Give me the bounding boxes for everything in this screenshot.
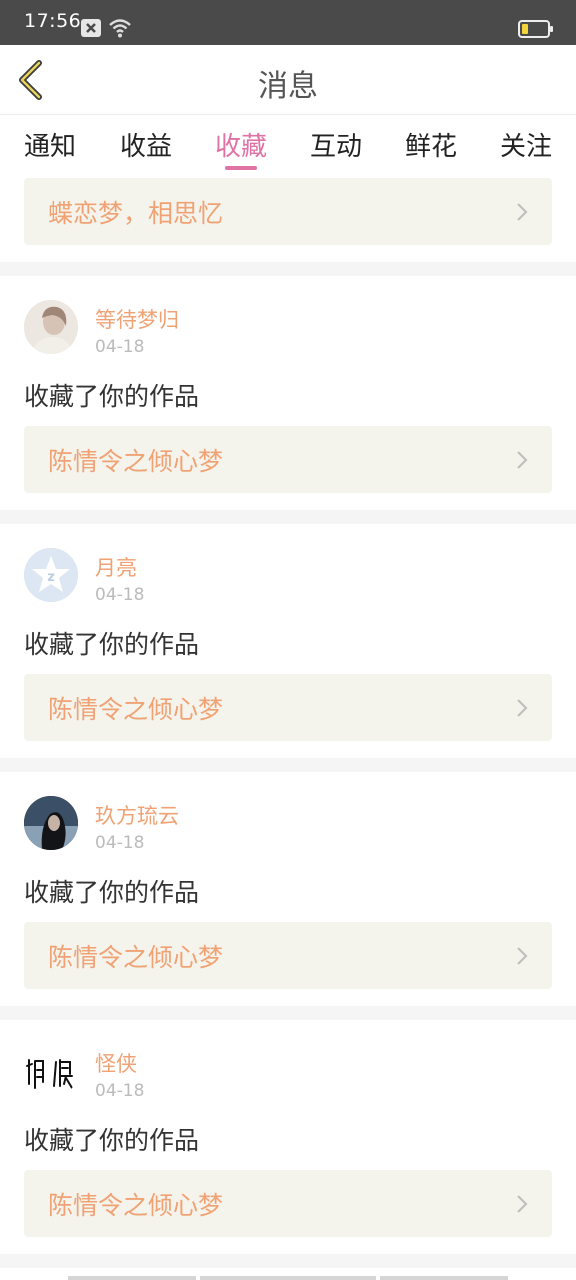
date: 04-18: [95, 585, 145, 605]
partial-bar: [200, 1276, 376, 1280]
avatar[interactable]: [24, 300, 78, 354]
active-tab-indicator: [225, 166, 257, 170]
username[interactable]: 月亮: [95, 552, 137, 582]
work-title: 陈情令之倾心梦: [48, 695, 224, 724]
action-text: 收藏了你的作品: [24, 878, 200, 907]
action-text: 收藏了你的作品: [24, 630, 200, 659]
wifi-icon: [108, 17, 132, 39]
avatar[interactable]: [24, 796, 78, 850]
work-title: 蝶恋梦，相思忆: [48, 199, 224, 228]
work-link[interactable]: 陈情令之倾心梦: [24, 1170, 552, 1237]
tab-earnings[interactable]: 收益: [106, 126, 186, 163]
chevron-right-icon: [517, 451, 528, 469]
action-text: 收藏了你的作品: [24, 1126, 200, 1155]
page-title: 消息: [258, 69, 318, 104]
default-star-avatar: z: [24, 548, 78, 602]
username[interactable]: 等待梦归: [95, 304, 179, 334]
work-link[interactable]: 陈情令之倾心梦: [24, 674, 552, 741]
work-link[interactable]: 陈情令之倾心梦: [24, 426, 552, 493]
tab-interactions[interactable]: 互动: [296, 126, 376, 163]
action-text: 收藏了你的作品: [24, 382, 200, 411]
tab-flowers[interactable]: 鲜花: [391, 126, 471, 163]
partial-bar: [380, 1276, 508, 1280]
chevron-right-icon: [517, 947, 528, 965]
work-title: 陈情令之倾心梦: [48, 943, 224, 972]
tab-favorites[interactable]: 收藏: [201, 126, 281, 163]
notification-icon: [81, 19, 101, 37]
username[interactable]: 玖方琉云: [95, 800, 179, 830]
avatar[interactable]: [24, 1044, 78, 1098]
chevron-right-icon: [517, 699, 528, 717]
date: 04-18: [95, 833, 145, 853]
work-link[interactable]: 陈情令之倾心梦: [24, 922, 552, 989]
avatar[interactable]: z: [24, 548, 78, 602]
user-photo-avatar: [24, 796, 78, 850]
bottom-partial-content: [0, 1274, 576, 1280]
status-time: 17:56: [24, 10, 82, 32]
divider: [0, 758, 576, 772]
work-title: 陈情令之倾心梦: [48, 447, 224, 476]
chevron-right-icon: [517, 203, 528, 221]
tab-following[interactable]: 关注: [486, 126, 566, 163]
work-title: 陈情令之倾心梦: [48, 1191, 224, 1220]
battery-icon: [518, 18, 554, 40]
chevron-right-icon: [517, 1195, 528, 1213]
divider: [0, 262, 576, 276]
divider: [0, 1254, 576, 1268]
partial-bar: [68, 1276, 196, 1280]
date: 04-18: [95, 1081, 145, 1101]
app-bar: 消息: [0, 45, 576, 115]
username[interactable]: 怪侠: [95, 1048, 137, 1078]
calligraphy-avatar: [24, 1044, 78, 1098]
status-bar: 17:56: [0, 0, 576, 45]
divider: [0, 1006, 576, 1020]
date: 04-18: [95, 337, 145, 357]
svg-text:z: z: [47, 570, 55, 585]
divider: [0, 510, 576, 524]
tab-bar: 通知 收益 收藏 互动 鲜花 关注: [0, 116, 576, 170]
work-link[interactable]: 蝶恋梦，相思忆: [24, 178, 552, 245]
tab-notifications[interactable]: 通知: [10, 126, 90, 163]
user-photo-avatar: [24, 300, 78, 354]
